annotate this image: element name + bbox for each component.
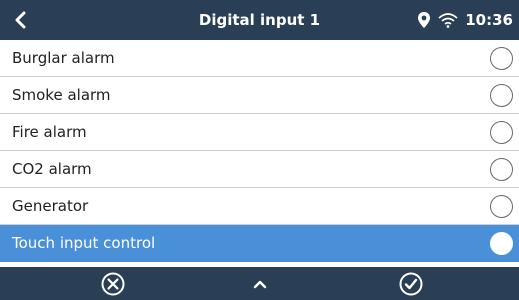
option-co2-alarm[interactable]: CO2 alarm <box>0 151 519 188</box>
radio-button[interactable] <box>490 84 513 107</box>
option-label: Generator <box>12 197 89 215</box>
screen: Digital input 1 10:36 Burglar alarm Smok… <box>0 0 519 300</box>
option-burglar-alarm[interactable]: Burglar alarm <box>0 40 519 77</box>
option-label: Smoke alarm <box>12 86 111 104</box>
up-button[interactable] <box>240 267 280 300</box>
status-area: 10:36 <box>417 0 513 40</box>
option-label: Fire alarm <box>12 123 87 141</box>
radio-button[interactable] <box>490 195 513 218</box>
radio-button[interactable] <box>490 121 513 144</box>
location-pin-icon <box>418 12 431 28</box>
cancel-button[interactable] <box>93 267 133 300</box>
option-fire-alarm[interactable]: Fire alarm <box>0 114 519 151</box>
chevron-left-icon <box>15 11 26 29</box>
option-touch-input-control[interactable]: Touch input control <box>0 225 519 262</box>
option-label: Touch input control <box>12 234 156 252</box>
footer-bar <box>0 267 519 300</box>
check-circle-icon <box>399 272 423 295</box>
clock-time: 10:36 <box>465 11 513 29</box>
chevron-up-icon <box>253 280 267 288</box>
back-button[interactable] <box>6 0 36 40</box>
options-list: Burglar alarm Smoke alarm Fire alarm CO2… <box>0 40 519 262</box>
cancel-circle-icon <box>101 272 125 295</box>
radio-button[interactable] <box>490 158 513 181</box>
option-smoke-alarm[interactable]: Smoke alarm <box>0 77 519 114</box>
radio-button[interactable] <box>490 47 513 70</box>
header-bar: Digital input 1 10:36 <box>0 0 519 40</box>
option-label: Burglar alarm <box>12 49 115 67</box>
radio-button[interactable] <box>490 232 513 255</box>
option-generator[interactable]: Generator <box>0 188 519 225</box>
wifi-icon <box>438 13 458 28</box>
confirm-button[interactable] <box>391 267 431 300</box>
option-label: CO2 alarm <box>12 160 92 178</box>
